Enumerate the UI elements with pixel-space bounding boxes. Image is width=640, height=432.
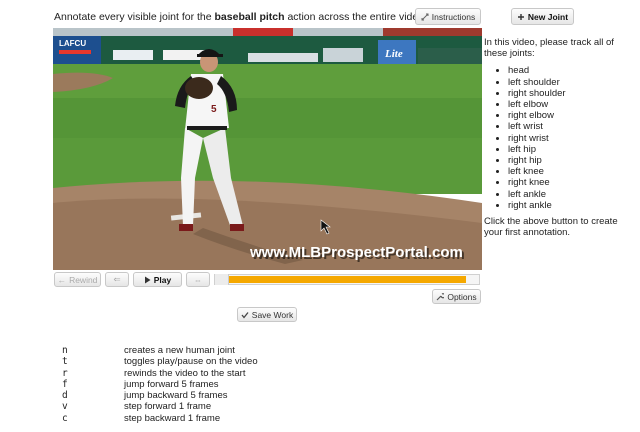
step-back-icon: ⇐ (113, 274, 121, 284)
joint-item: left knee (508, 166, 634, 177)
expand-icon (421, 13, 429, 20)
shortcut-description: jump forward 5 frames (124, 378, 219, 390)
joint-item: right elbow (508, 110, 634, 121)
shortcut-key: t (62, 356, 68, 368)
joint-item: right ankle (508, 200, 634, 211)
new-joint-button[interactable]: New Joint (511, 8, 574, 25)
joint-item: left shoulder (508, 77, 634, 88)
joint-list: head left shoulder right shoulder left e… (484, 65, 634, 211)
joint-item: right hip (508, 155, 634, 166)
shortcut-key: c (62, 412, 68, 424)
shortcut-key: f (62, 378, 68, 390)
instruction-prefix: Annotate every visible joint for the (54, 11, 212, 23)
wrench-icon (436, 292, 445, 300)
plus-icon (517, 13, 524, 20)
play-button[interactable]: Play (133, 272, 182, 287)
save-work-label: Save Work (251, 309, 294, 320)
options-button[interactable]: Options (432, 289, 481, 304)
rewind-icon: ← (57, 274, 67, 285)
step-forward-icon: ⇔ (193, 274, 203, 285)
svg-text:5: 5 (211, 104, 217, 115)
instruction-suffix: action across the entire video. (287, 11, 427, 23)
lite-sign-text: Lite (384, 48, 403, 60)
instructions-button[interactable]: Instructions (415, 8, 481, 25)
joint-item: left elbow (508, 99, 634, 110)
play-icon (144, 276, 151, 283)
shortcut-row: t toggles play/pause on the video (62, 356, 258, 367)
task-instruction: Annotate every visible joint for the bas… (54, 11, 427, 23)
panel-footer: Click the above button to create your fi… (484, 216, 618, 239)
checkmark-icon (241, 311, 249, 319)
shortcut-key: n (62, 345, 68, 356)
play-label: Play (153, 274, 172, 285)
timeline-handle[interactable] (215, 274, 229, 285)
panel-intro: In this video, please track all of these… (484, 37, 614, 60)
shortcut-description: step backward 1 frame (124, 412, 221, 424)
joint-item: right shoulder (508, 88, 634, 99)
save-work-button[interactable]: Save Work (237, 307, 297, 322)
rewind-button[interactable]: ← Rewind (54, 272, 101, 287)
instructions-label: Instructions (431, 11, 476, 22)
shortcut-description: rewinds the video to the start (124, 367, 246, 379)
action-name: baseball pitch (214, 11, 285, 23)
shortcut-description: creates a new human joint (124, 345, 235, 356)
shortcut-row: r rewinds the video to the start (62, 368, 258, 379)
rewind-label: Rewind (69, 274, 98, 285)
video-frame-image: LAFCU Lite 5 www.MLBProspectPortal.com w… (53, 28, 482, 270)
joint-item: right knee (508, 177, 634, 188)
shortcut-row: n creates a new human joint (62, 345, 258, 356)
shortcut-description: jump backward 5 frames (124, 390, 228, 402)
joint-item: left ankle (508, 189, 634, 200)
step-back-button[interactable]: ⇐ (105, 272, 129, 287)
timeline-progress-fill (228, 276, 467, 283)
lafcu-sign-text: LAFCU (59, 39, 86, 48)
shortcut-row: f jump forward 5 frames (62, 379, 258, 390)
joint-item: left wrist (508, 121, 634, 132)
shortcut-description: step forward 1 frame (124, 401, 212, 413)
shortcut-row: c step backward 1 frame (62, 413, 258, 424)
new-joint-label: New Joint (527, 11, 569, 22)
joint-item: head (508, 65, 634, 76)
keyboard-shortcuts-table: n creates a new human joint t toggles play… (62, 345, 258, 424)
shortcut-description: toggles play/pause on the video (124, 356, 258, 368)
shortcut-row: d jump backward 5 frames (62, 390, 258, 401)
timeline-slider[interactable] (214, 274, 480, 285)
shortcut-row: v step forward 1 frame (62, 401, 258, 412)
shortcut-key: r (62, 367, 68, 379)
step-forward-button[interactable]: ⇔ (186, 272, 210, 287)
video-watermark: www.MLBProspectPortal.com (249, 244, 463, 261)
joint-item: left hip (508, 144, 634, 155)
options-label: Options (447, 291, 477, 302)
joint-list-panel: In this video, please track all of these… (484, 37, 634, 238)
joint-item: right wrist (508, 133, 634, 144)
shortcut-key: d (62, 390, 68, 402)
video-player[interactable]: LAFCU Lite 5 www.MLBProspectPortal.com w… (53, 28, 482, 270)
shortcut-key: v (62, 401, 68, 413)
